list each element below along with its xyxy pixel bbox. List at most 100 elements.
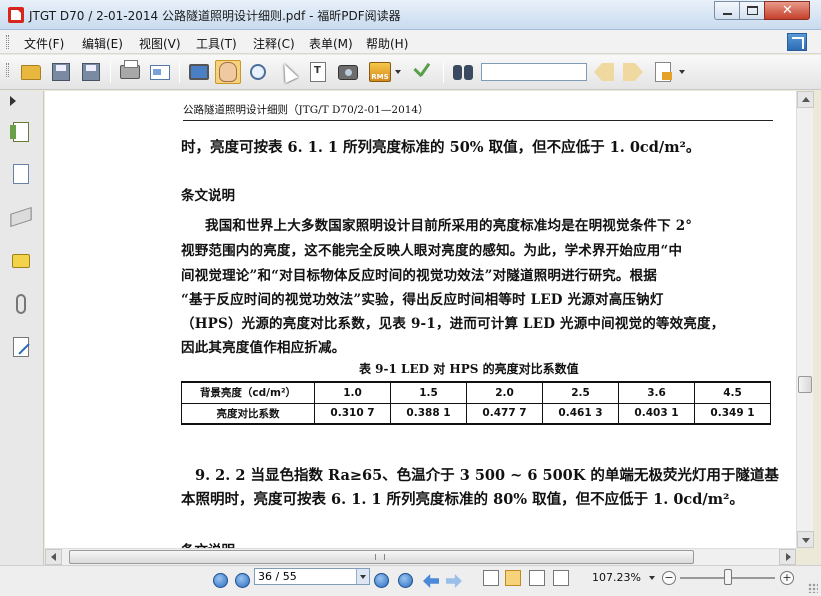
text-select-icon	[310, 62, 326, 82]
close-button[interactable]: ✕	[764, 1, 810, 20]
continuous-view-icon[interactable]	[505, 570, 521, 586]
comment-icon	[12, 254, 30, 268]
table-cell: 2.0	[466, 381, 543, 404]
scroll-left-icon[interactable]	[45, 549, 62, 565]
select-tool-button[interactable]	[275, 60, 301, 84]
bookmarks-button[interactable]	[9, 119, 33, 145]
expand-panel-icon[interactable]	[10, 96, 16, 106]
continuous-facing-view-icon[interactable]	[553, 570, 569, 586]
prev-result-icon	[594, 63, 614, 81]
sign-button[interactable]	[408, 60, 434, 84]
snapshot-button[interactable]	[335, 60, 361, 84]
chevron-down-icon[interactable]	[356, 569, 369, 584]
find-button[interactable]	[450, 60, 476, 84]
single-page-view-icon[interactable]	[483, 570, 499, 586]
facing-view-icon[interactable]	[529, 570, 545, 586]
horizontal-scroll-thumb[interactable]	[69, 550, 694, 564]
para-line: 视野范围内的亮度，这不能完全反映人眼对亮度的感知。为此，学术界开始应用“中	[181, 243, 683, 259]
select-tool-icon	[277, 60, 299, 84]
menu-view[interactable]: 视图(V)	[139, 35, 181, 52]
chevron-down-icon	[679, 70, 685, 74]
search-input[interactable]	[481, 63, 587, 81]
scan-button[interactable]	[147, 60, 173, 84]
open-button[interactable]	[18, 60, 44, 84]
fullscreen-icon	[189, 64, 209, 80]
table-cell: 0.310 7	[314, 402, 391, 425]
print-button[interactable]	[117, 60, 143, 84]
menu-help[interactable]: 帮助(H)	[366, 35, 408, 52]
snapshot-icon	[338, 64, 358, 80]
text-select-button[interactable]	[305, 60, 331, 84]
zoom-tool-button[interactable]	[245, 60, 271, 84]
attachments-button[interactable]	[9, 291, 33, 317]
menu-grip	[6, 35, 9, 49]
layers-icon	[10, 207, 32, 227]
menu-forms[interactable]: 表单(M)	[309, 35, 353, 52]
para-line: 我国和世界上大多数国家照明设计目前所采用的亮度标准均是在明视觉条件下 2°	[205, 218, 693, 234]
go-forward-icon[interactable]	[446, 574, 462, 588]
hand-tool-button[interactable]	[215, 60, 241, 84]
table-caption: 表 9-1 LED 对 HPS 的亮度对比系数值	[359, 362, 579, 376]
contrast-coefficient-table: 背景亮度（cd/m²） 1.0 1.5 2.0 2.5 3.6 4.5 亮度对比…	[181, 381, 771, 425]
menu-tools[interactable]: 工具(T)	[196, 35, 237, 52]
table-cell: 0.461 3	[542, 402, 619, 425]
scroll-up-icon[interactable]	[797, 91, 814, 108]
rms-dropdown[interactable]	[392, 60, 404, 84]
zoom-level[interactable]: 107.23%	[592, 571, 641, 584]
table-cell: 2.5	[542, 381, 619, 404]
print-icon	[120, 60, 140, 79]
toolbar-separator	[110, 61, 111, 83]
comments-button[interactable]	[9, 248, 33, 274]
table-row-label: 背景亮度（cd/m²）	[181, 381, 315, 404]
table-cell: 0.403 1	[618, 402, 695, 425]
highlight-doc-icon	[655, 62, 672, 82]
open-icon	[21, 64, 41, 80]
page-thumbnail-icon	[13, 164, 29, 184]
prev-page-icon[interactable]	[235, 573, 250, 588]
next-result-button[interactable]	[620, 60, 646, 84]
hand-tool-icon	[219, 62, 237, 82]
vertical-scrollbar[interactable]	[796, 91, 814, 548]
zoom-in-icon[interactable]: +	[780, 571, 794, 585]
table-row: 亮度对比系数 0.310 7 0.388 1 0.477 7 0.461 3 0…	[181, 402, 771, 425]
minimize-button[interactable]	[714, 1, 740, 20]
rms-button[interactable]: RMS	[367, 60, 393, 84]
document-view[interactable]: 公路隧道照明设计细则（JTG/T D70/2-01—2014） 时，亮度可按表 …	[45, 91, 796, 548]
first-page-icon[interactable]	[213, 573, 228, 588]
chevron-down-icon	[395, 70, 401, 74]
restore-layout-icon[interactable]	[787, 33, 807, 51]
maximize-button[interactable]	[739, 1, 765, 20]
zoom-slider-thumb[interactable]	[724, 569, 732, 585]
vertical-scroll-thumb[interactable]	[798, 376, 812, 393]
menu-comments[interactable]: 注释(C)	[253, 35, 295, 52]
fullscreen-button[interactable]	[186, 60, 212, 84]
zoom-out-icon[interactable]: −	[662, 571, 676, 585]
menu-edit[interactable]: 编辑(E)	[82, 35, 123, 52]
layers-button[interactable]	[9, 204, 33, 230]
table-cell: 1.0	[314, 381, 391, 404]
scroll-right-icon[interactable]	[779, 549, 796, 565]
signature-icon	[13, 337, 29, 357]
scroll-down-icon[interactable]	[797, 531, 814, 548]
resize-grip-icon[interactable]	[808, 583, 818, 593]
page-number-field[interactable]: 36 / 55	[254, 568, 370, 585]
menu-file[interactable]: 文件(F)	[24, 35, 64, 52]
signatures-button[interactable]	[9, 334, 33, 360]
table-cell: 0.388 1	[390, 402, 467, 425]
sign-icon	[411, 62, 431, 82]
horizontal-scrollbar[interactable]	[45, 548, 796, 565]
highlight-dropdown[interactable]	[676, 60, 688, 84]
last-page-icon[interactable]	[398, 573, 413, 588]
pages-button[interactable]	[9, 161, 33, 187]
go-back-icon[interactable]	[423, 574, 439, 588]
save-button[interactable]	[48, 60, 74, 84]
find-icon	[452, 63, 474, 81]
highlight-doc-button[interactable]	[650, 60, 676, 84]
save-as-button[interactable]	[78, 60, 104, 84]
prev-result-button[interactable]	[591, 60, 617, 84]
save-as-icon	[82, 63, 100, 81]
navigation-panel	[0, 91, 44, 565]
next-page-icon[interactable]	[374, 573, 389, 588]
chevron-down-icon[interactable]	[649, 576, 655, 580]
table-cell: 0.477 7	[466, 402, 543, 425]
